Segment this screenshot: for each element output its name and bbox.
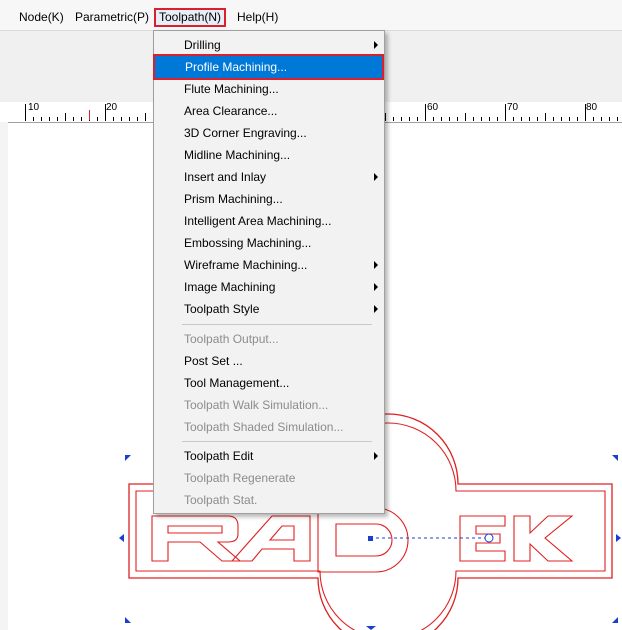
- menu-item-wireframe-machining[interactable]: Wireframe Machining...: [154, 254, 384, 276]
- selection-handle-top-left[interactable]: [125, 455, 131, 461]
- selection-handle-bottom-left[interactable]: [125, 617, 131, 623]
- menu-item-label: Toolpath Output...: [184, 332, 279, 346]
- menu-item-label: Post Set ...: [184, 354, 243, 368]
- menu-item-label: Embossing Machining...: [184, 236, 312, 250]
- selection-handle-right[interactable]: [616, 534, 621, 542]
- selection-handle-left[interactable]: [119, 534, 124, 542]
- menu-item-toolpath-style[interactable]: Toolpath Style: [154, 298, 384, 320]
- letter-d-outline: [317, 507, 409, 573]
- menu-item-toolpath-regenerate[interactable]: Toolpath Regenerate: [154, 467, 384, 489]
- menu-item-toolpath-walk-simulation[interactable]: Toolpath Walk Simulation...: [154, 394, 384, 416]
- menu-item-toolpath-edit[interactable]: Toolpath Edit: [154, 445, 384, 467]
- menu-item-label: Toolpath Shaded Simulation...: [184, 420, 344, 434]
- menu-item-prism-machining[interactable]: Prism Machining...: [154, 188, 384, 210]
- menu-item-midline-machining[interactable]: Midline Machining...: [154, 144, 384, 166]
- menu-item-label: Profile Machining...: [185, 60, 288, 74]
- menu-item-label: Intelligent Area Machining...: [184, 214, 332, 228]
- menu-separator: [182, 324, 372, 325]
- menu-item-intelligent-area-machining[interactable]: Intelligent Area Machining...: [154, 210, 384, 232]
- menu-item-label: Area Clearance...: [184, 104, 278, 118]
- menu-item-toolpath-stat[interactable]: Toolpath Stat.: [154, 489, 384, 511]
- letter-a-outline: [230, 515, 311, 562]
- menu-item-post-set[interactable]: Post Set ...: [154, 350, 384, 372]
- toolpath-dropdown-menu: Drilling Profile Machining... Flute Mach…: [153, 30, 385, 514]
- menu-item-label: 3D Corner Engraving...: [184, 126, 307, 140]
- menu-item-label: Toolpath Stat.: [184, 493, 258, 507]
- menu-item-label: Tool Management...: [184, 376, 290, 390]
- menu-item-image-machining[interactable]: Image Machining: [154, 276, 384, 298]
- menu-item-label: Midline Machining...: [184, 148, 291, 162]
- submenu-arrow-icon: [374, 305, 378, 313]
- selection-handle-bottom-right[interactable]: [612, 617, 618, 623]
- menu-item-drilling[interactable]: Drilling: [154, 34, 384, 56]
- menu-item-3d-corner-engraving[interactable]: 3D Corner Engraving...: [154, 122, 384, 144]
- center-handle[interactable]: [368, 536, 373, 541]
- menu-item-label: Toolpath Edit: [184, 449, 254, 463]
- letter-k-outline: [513, 515, 574, 562]
- menu-item-area-clearance[interactable]: Area Clearance...: [154, 100, 384, 122]
- menu-item-insert-and-inlay[interactable]: Insert and Inlay: [154, 166, 384, 188]
- menu-item-label: Image Machining: [184, 280, 276, 294]
- submenu-arrow-icon: [374, 283, 378, 291]
- letter-r-outline: [151, 515, 242, 562]
- menu-item-label: Insert and Inlay: [184, 170, 267, 184]
- submenu-arrow-icon: [374, 452, 378, 460]
- selection-handle-bottom[interactable]: [366, 626, 376, 630]
- menu-item-toolpath-shaded-simulation[interactable]: Toolpath Shaded Simulation...: [154, 416, 384, 438]
- menu-item-label: Toolpath Regenerate: [184, 471, 296, 485]
- submenu-arrow-icon: [374, 173, 378, 181]
- submenu-arrow-icon: [374, 41, 378, 49]
- menu-item-label: Toolpath Walk Simulation...: [184, 398, 329, 412]
- menu-item-tool-management[interactable]: Tool Management...: [154, 372, 384, 394]
- menu-item-toolpath-output[interactable]: Toolpath Output...: [154, 328, 384, 350]
- menu-item-label: Flute Machining...: [184, 82, 279, 96]
- submenu-arrow-icon: [374, 261, 378, 269]
- menu-item-label: Toolpath Style: [184, 302, 260, 316]
- menu-item-flute-machining[interactable]: Flute Machining...: [154, 78, 384, 100]
- selection-handle-top-right[interactable]: [612, 455, 618, 461]
- menu-item-profile-machining[interactable]: Profile Machining...: [153, 54, 384, 80]
- menu-item-label: Wireframe Machining...: [184, 258, 308, 272]
- menu-item-embossing-machining[interactable]: Embossing Machining...: [154, 232, 384, 254]
- menu-separator: [182, 441, 372, 442]
- rotate-handle[interactable]: [484, 533, 494, 543]
- menu-item-label: Prism Machining...: [184, 192, 283, 206]
- menu-item-label: Drilling: [184, 38, 221, 52]
